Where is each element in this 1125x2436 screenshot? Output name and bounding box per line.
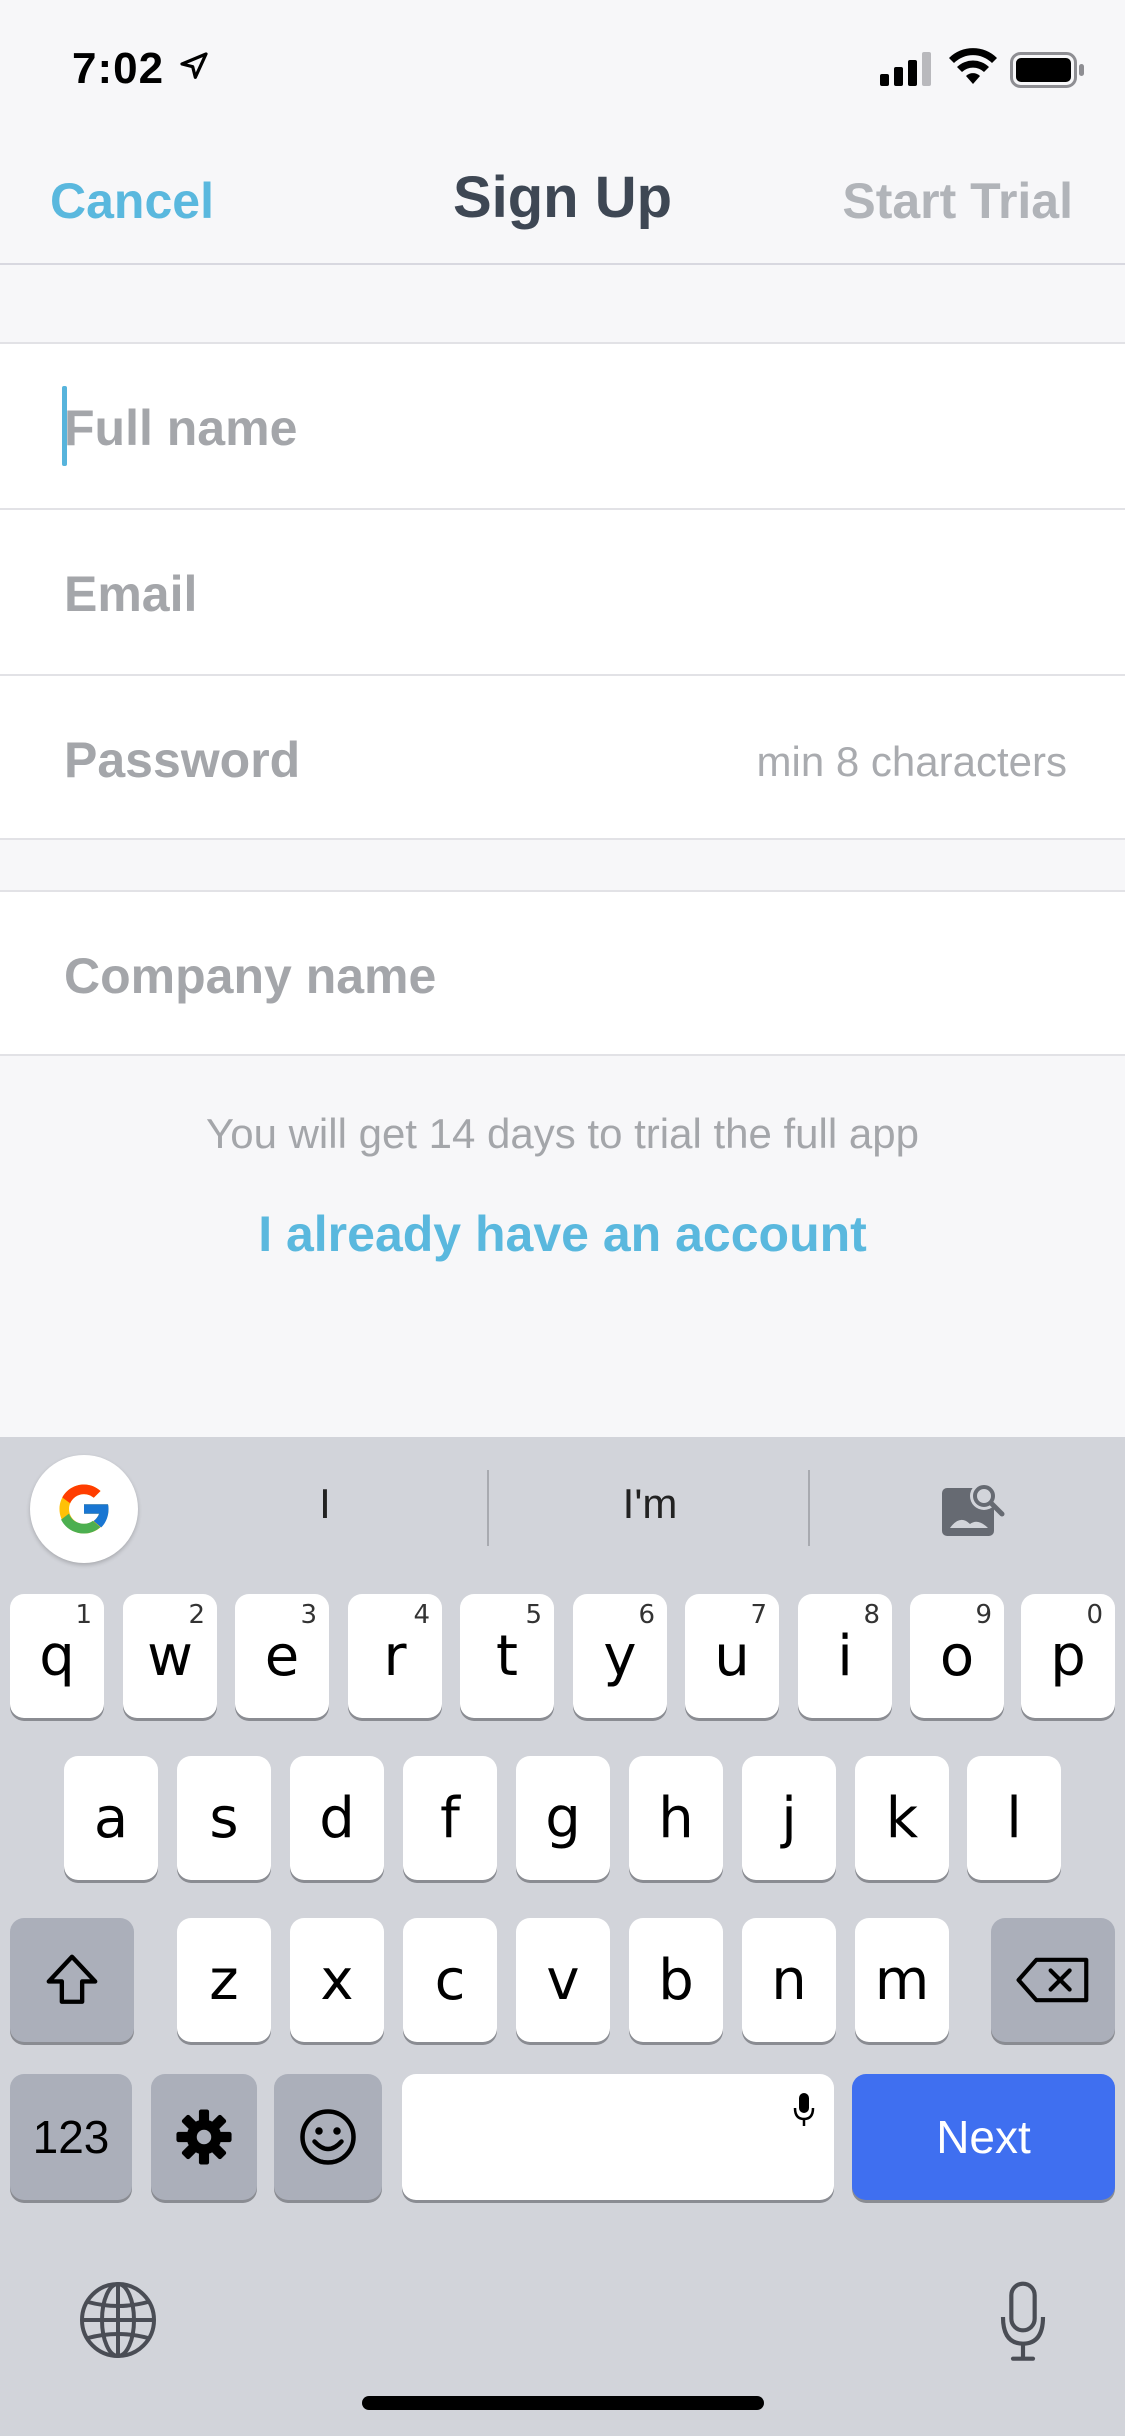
- wifi-icon: [949, 48, 997, 84]
- key-letter: p: [1050, 1623, 1086, 1689]
- suggestion-divider: [487, 1470, 489, 1546]
- key-p[interactable]: p0: [1021, 1594, 1115, 1718]
- full-name-field[interactable]: Full name: [0, 344, 1125, 508]
- key-r[interactable]: r4: [348, 1594, 442, 1718]
- key-a[interactable]: a: [64, 1756, 158, 1880]
- key-i[interactable]: i8: [798, 1594, 892, 1718]
- key-o[interactable]: o9: [910, 1594, 1004, 1718]
- key-letter: i: [837, 1623, 853, 1689]
- key-number: 4: [413, 1600, 430, 1630]
- globe-icon[interactable]: [78, 2280, 158, 2360]
- key-z[interactable]: z: [177, 1918, 271, 2042]
- key-d[interactable]: d: [290, 1756, 384, 1880]
- key-letter: e: [264, 1623, 300, 1689]
- google-button[interactable]: [30, 1455, 138, 1563]
- key-number: 9: [975, 1600, 992, 1630]
- gear-icon: [176, 2109, 232, 2165]
- key-letter: t: [496, 1623, 518, 1689]
- settings-key[interactable]: [151, 2074, 257, 2200]
- start-trial-button[interactable]: Start Trial: [842, 172, 1073, 230]
- delete-icon: [1016, 1957, 1089, 2003]
- key-number: 5: [525, 1600, 542, 1630]
- key-w[interactable]: w2: [123, 1594, 217, 1718]
- cellular-signal-icon: [880, 52, 931, 86]
- key-f[interactable]: f: [403, 1756, 497, 1880]
- mic-icon: [793, 2093, 815, 2126]
- email-placeholder: Email: [64, 566, 198, 622]
- emoji-key[interactable]: [274, 2074, 382, 2200]
- existing-account-link[interactable]: I already have an account: [0, 1205, 1125, 1263]
- numbers-key[interactable]: 123: [10, 2074, 132, 2200]
- key-letter: y: [603, 1623, 637, 1689]
- key-g[interactable]: g: [516, 1756, 610, 1880]
- key-y[interactable]: y6: [573, 1594, 667, 1718]
- home-indicator: [362, 2396, 764, 2410]
- suggestion-1[interactable]: I: [250, 1480, 400, 1528]
- key-c[interactable]: c: [403, 1918, 497, 2042]
- dictation-mic-icon[interactable]: [998, 2280, 1048, 2364]
- key-t[interactable]: t5: [460, 1594, 554, 1718]
- key-number: 6: [638, 1600, 655, 1630]
- key-n[interactable]: n: [742, 1918, 836, 2042]
- key-h[interactable]: h: [629, 1756, 723, 1880]
- password-field[interactable]: Password min 8 characters: [0, 674, 1125, 838]
- key-e[interactable]: e3: [235, 1594, 329, 1718]
- shift-key[interactable]: [10, 1918, 134, 2042]
- status-time: 7:02: [72, 44, 165, 93]
- key-number: 1: [75, 1600, 92, 1630]
- suggestion-divider: [808, 1470, 810, 1546]
- battery-icon: [1010, 52, 1084, 88]
- shift-icon: [46, 1954, 98, 2004]
- key-u[interactable]: u7: [685, 1594, 779, 1718]
- next-key[interactable]: Next: [852, 2074, 1115, 2200]
- trial-note: You will get 14 days to trial the full a…: [206, 1110, 919, 1157]
- key-number: 2: [188, 1600, 205, 1630]
- space-key[interactable]: [402, 2074, 834, 2200]
- emoji-icon: [300, 2109, 356, 2165]
- company-name-placeholder: Company name: [64, 948, 437, 1004]
- key-j[interactable]: j: [742, 1756, 836, 1880]
- suggestion-2[interactable]: I'm: [560, 1480, 740, 1528]
- key-letter: u: [714, 1623, 750, 1689]
- key-l[interactable]: l: [967, 1756, 1061, 1880]
- key-number: 7: [750, 1600, 767, 1630]
- key-number: 3: [300, 1600, 317, 1630]
- key-x[interactable]: x: [290, 1918, 384, 2042]
- delete-key[interactable]: [991, 1918, 1115, 2042]
- key-letter: o: [939, 1623, 975, 1689]
- email-field[interactable]: Email: [0, 508, 1125, 672]
- key-s[interactable]: s: [177, 1756, 271, 1880]
- company-fields-group: Company name: [0, 890, 1125, 1056]
- full-name-placeholder: Full name: [64, 400, 298, 456]
- key-b[interactable]: b: [629, 1918, 723, 2042]
- account-fields-group: Full name Email Password min 8 character…: [0, 342, 1125, 840]
- key-k[interactable]: k: [855, 1756, 949, 1880]
- key-q[interactable]: q1: [10, 1594, 104, 1718]
- google-icon: [59, 1484, 111, 1534]
- key-v[interactable]: v: [516, 1918, 610, 2042]
- company-name-field[interactable]: Company name: [0, 892, 1125, 1056]
- image-search-icon[interactable]: [940, 1478, 1006, 1540]
- key-number: 0: [1086, 1600, 1103, 1630]
- key-letter: w: [147, 1623, 193, 1689]
- key-letter: r: [383, 1623, 407, 1689]
- key-m[interactable]: m: [855, 1918, 949, 2042]
- key-letter: q: [39, 1623, 75, 1689]
- password-placeholder: Password: [64, 732, 301, 788]
- password-hint: min 8 characters: [756, 738, 1067, 785]
- location-arrow-icon: [180, 52, 208, 79]
- key-number: 8: [863, 1600, 880, 1630]
